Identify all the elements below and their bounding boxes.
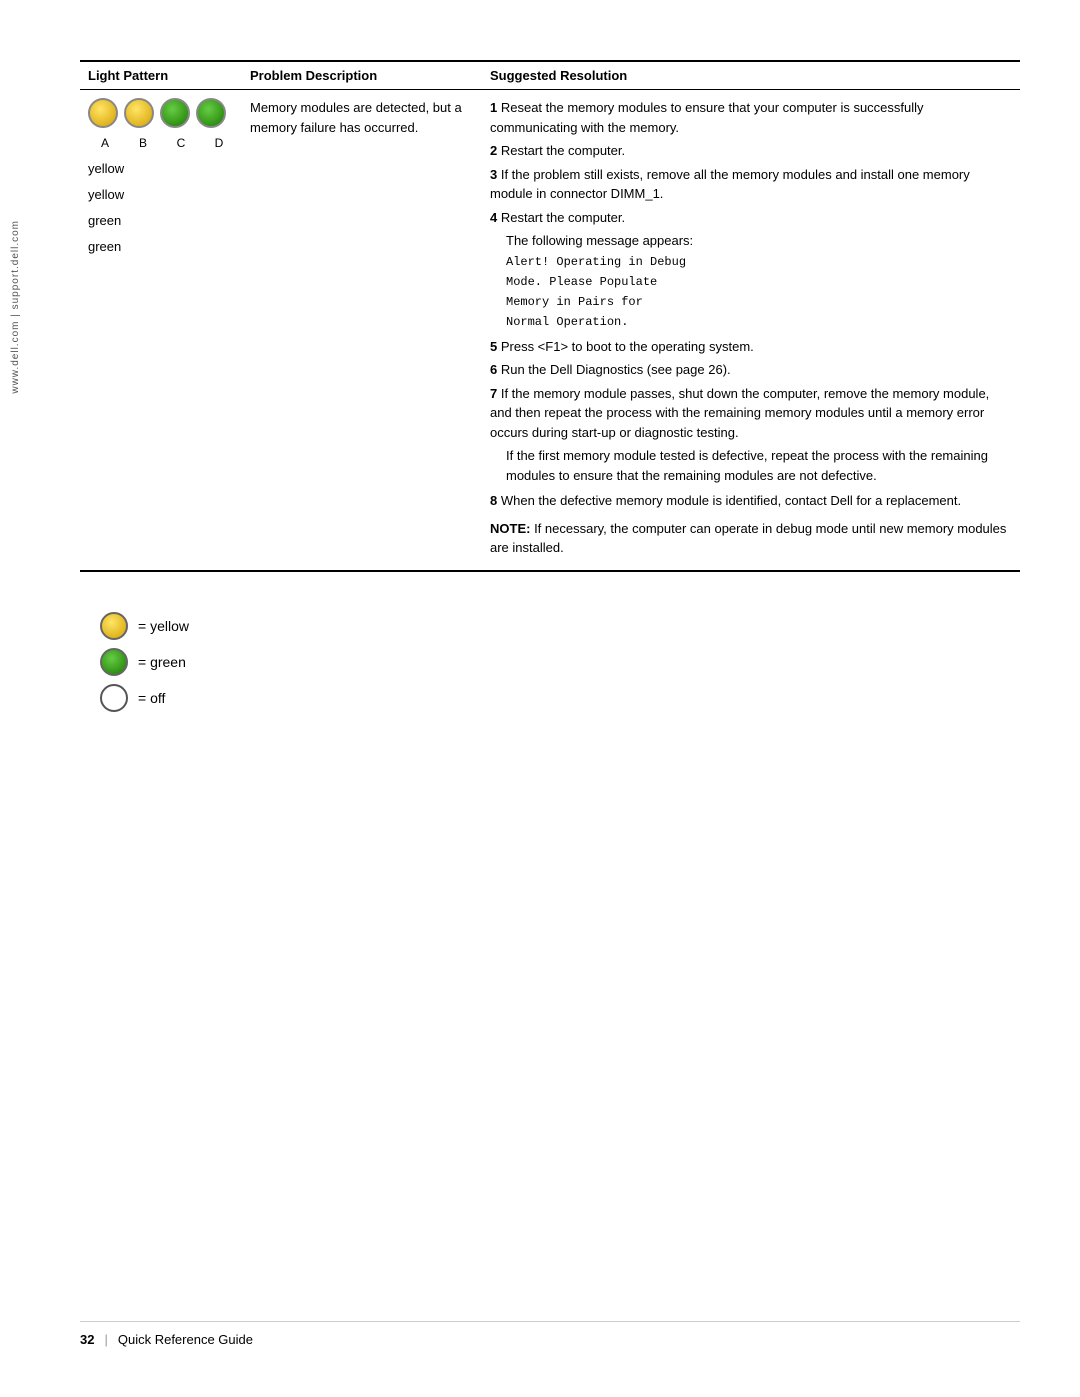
- step-2-text: Restart the computer.: [501, 143, 625, 158]
- abcd-labels: A B C D: [88, 134, 234, 152]
- problem-description-cell: Memory modules are detected, but a memor…: [242, 90, 482, 571]
- note-paragraph: NOTE: If necessary, the computer can ope…: [490, 519, 1012, 558]
- label-d: D: [204, 134, 234, 152]
- step-8-text: When the defective memory module is iden…: [501, 493, 961, 508]
- step-4: 4 Restart the computer.: [490, 208, 1012, 228]
- step-5-text: Press <F1> to boot to the operating syst…: [501, 339, 754, 354]
- step-4-note: The following message appears: Alert! Op…: [506, 231, 1012, 331]
- footer-separator: |: [104, 1332, 107, 1347]
- side-watermark: www.dell.com | support.dell.com: [10, 220, 21, 394]
- legend-yellow-label: = yellow: [138, 618, 189, 634]
- step-6-num: 6: [490, 362, 501, 377]
- step-7: 7 If the memory module passes, shut down…: [490, 384, 1012, 443]
- step-1-num: 1: [490, 100, 501, 115]
- legend-off-item: = off: [100, 684, 1020, 712]
- legend-green-circle: [100, 648, 128, 676]
- footer-page-number: 32: [80, 1332, 94, 1347]
- step-2-num: 2: [490, 143, 501, 158]
- lights-row: [88, 98, 234, 128]
- color-label-3: green: [88, 208, 234, 234]
- legend-section: = yellow = green = off: [100, 612, 1020, 712]
- legend-off-circle: [100, 684, 128, 712]
- note-label: NOTE:: [490, 521, 530, 536]
- light-pattern-cell: A B C D yellow yellow green green: [80, 90, 242, 571]
- legend-green-item: = green: [100, 648, 1020, 676]
- step-4-text: Restart the computer.: [501, 210, 625, 225]
- note-text: If necessary, the computer can operate i…: [490, 521, 1006, 556]
- step-5: 5 Press <F1> to boot to the operating sy…: [490, 337, 1012, 357]
- step-7-num: 7: [490, 386, 501, 401]
- step-1: 1 Reseat the memory modules to ensure th…: [490, 98, 1012, 137]
- header-light-pattern: Light Pattern: [80, 61, 242, 90]
- step-3: 3 If the problem still exists, remove al…: [490, 165, 1012, 204]
- label-a: A: [90, 134, 120, 152]
- step-2: 2 Restart the computer.: [490, 141, 1012, 161]
- page-wrapper: www.dell.com | support.dell.com Light Pa…: [0, 0, 1080, 1397]
- color-label-4: green: [88, 234, 234, 260]
- label-c: C: [166, 134, 196, 152]
- step-7-cont: If the first memory module tested is def…: [506, 446, 1012, 485]
- color-label-1: yellow: [88, 156, 234, 182]
- step-1-text: Reseat the memory modules to ensure that…: [490, 100, 924, 135]
- main-table: Light Pattern Problem Description Sugges…: [80, 60, 1020, 572]
- header-suggested-resolution: Suggested Resolution: [482, 61, 1020, 90]
- colors-text: yellow yellow green green: [88, 152, 234, 260]
- table-row: A B C D yellow yellow green green Memory…: [80, 90, 1020, 571]
- step-8: 8 When the defective memory module is id…: [490, 491, 1012, 511]
- step-4-num: 4: [490, 210, 501, 225]
- light-c: [160, 98, 190, 128]
- light-b: [124, 98, 154, 128]
- legend-yellow-circle: [100, 612, 128, 640]
- step-7-text: If the memory module passes, shut down t…: [490, 386, 989, 440]
- legend-yellow-item: = yellow: [100, 612, 1020, 640]
- legend-green-label: = green: [138, 654, 186, 670]
- legend-off-label: = off: [138, 690, 165, 706]
- light-d: [196, 98, 226, 128]
- color-label-2: yellow: [88, 182, 234, 208]
- light-a: [88, 98, 118, 128]
- page-footer: 32 | Quick Reference Guide: [80, 1321, 1020, 1347]
- resolution-cell: 1 Reseat the memory modules to ensure th…: [482, 90, 1020, 571]
- step-5-num: 5: [490, 339, 501, 354]
- footer-guide-name: Quick Reference Guide: [118, 1332, 253, 1347]
- step-3-text: If the problem still exists, remove all …: [490, 167, 970, 202]
- header-problem-description: Problem Description: [242, 61, 482, 90]
- step-3-num: 3: [490, 167, 501, 182]
- label-b: B: [128, 134, 158, 152]
- step-6-text: Run the Dell Diagnostics (see page 26).: [501, 362, 731, 377]
- step-4-monospace: Alert! Operating in DebugMode. Please Po…: [506, 255, 686, 329]
- step-6: 6 Run the Dell Diagnostics (see page 26)…: [490, 360, 1012, 380]
- step-8-num: 8: [490, 493, 501, 508]
